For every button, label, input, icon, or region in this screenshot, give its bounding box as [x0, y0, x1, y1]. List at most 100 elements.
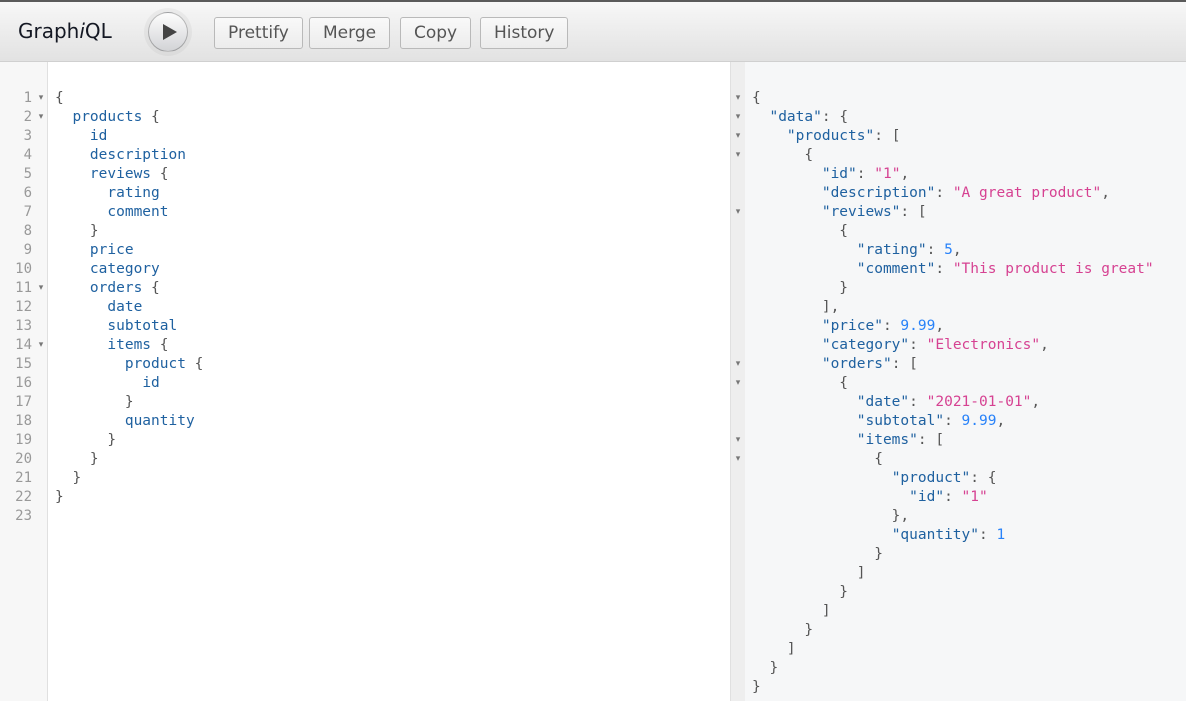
query-punctuation: {: [151, 166, 169, 182]
line-number: 20: [15, 451, 32, 467]
json-key: "id": [909, 489, 945, 505]
query-field: comment: [107, 204, 169, 220]
line-number: 19: [15, 432, 32, 448]
json-key: "price": [821, 318, 883, 334]
query-line[interactable]: }: [55, 488, 64, 507]
query-line[interactable]: }: [55, 469, 81, 488]
result-line: "id": "1",: [752, 165, 909, 184]
query-line[interactable]: comment: [55, 203, 169, 222]
json-punctuation: [752, 527, 892, 543]
result-line: {: [752, 374, 848, 393]
query-punctuation: }: [89, 223, 99, 239]
query-punctuation: }: [124, 394, 134, 410]
query-line[interactable]: category: [55, 260, 160, 279]
query-line[interactable]: date: [55, 298, 142, 317]
result-line: }: [752, 545, 883, 564]
json-key: "category": [821, 337, 910, 353]
query-line[interactable]: id: [55, 374, 159, 393]
query-line[interactable]: price: [55, 241, 134, 260]
fold-toggle-icon[interactable]: ▾: [36, 108, 46, 127]
json-key: "orders": [821, 356, 892, 372]
json-number: 9.99: [961, 413, 997, 429]
result-line: "id": "1": [752, 488, 988, 507]
query-line[interactable]: rating: [55, 184, 160, 203]
query-line[interactable]: }: [55, 393, 134, 412]
result-line: "subtotal": 9.99,: [752, 412, 1005, 431]
json-punctuation: [752, 394, 857, 410]
query-field: id: [89, 128, 108, 144]
fold-toggle-icon[interactable]: ▾: [733, 146, 743, 165]
history-button[interactable]: History: [480, 17, 569, 49]
fold-toggle-icon[interactable]: ▾: [733, 450, 743, 469]
result-line: "comment": "This product is great": [752, 260, 1154, 279]
json-punctuation: : [: [874, 128, 901, 144]
query-line[interactable]: id: [55, 127, 107, 146]
json-punctuation: },: [752, 508, 910, 524]
fold-toggle-icon[interactable]: ▾: [733, 374, 743, 393]
line-number: 13: [15, 318, 32, 334]
query-line[interactable]: {: [55, 89, 64, 108]
query-line[interactable]: }: [55, 450, 99, 469]
query-punctuation: {: [185, 356, 204, 372]
fold-toggle-icon[interactable]: ▾: [733, 203, 743, 222]
line-number: 12: [15, 299, 32, 315]
query-line[interactable]: product {: [55, 355, 204, 374]
fold-toggle-icon[interactable]: ▾: [733, 127, 743, 146]
json-punctuation: [752, 109, 769, 125]
query-punctuation: }: [107, 432, 117, 448]
line-number: 7: [23, 204, 32, 220]
fold-toggle-icon[interactable]: ▾: [733, 431, 743, 450]
query-line[interactable]: products {: [55, 108, 159, 127]
query-line[interactable]: subtotal: [55, 317, 177, 336]
fold-toggle-icon[interactable]: ▾: [733, 355, 743, 374]
result-line: ]: [752, 602, 831, 621]
line-number: 8: [23, 223, 32, 239]
execute-query-button[interactable]: [148, 12, 188, 52]
fold-toggle-icon[interactable]: ▾: [36, 89, 46, 108]
query-line[interactable]: }: [55, 222, 99, 241]
json-punctuation: [752, 337, 822, 353]
json-punctuation: :: [935, 261, 953, 277]
fold-toggle-icon[interactable]: ▾: [36, 279, 46, 298]
json-key: "items": [856, 432, 918, 448]
line-number: 1: [23, 90, 32, 106]
json-punctuation: :: [979, 527, 997, 543]
line-number: 22: [15, 489, 32, 505]
copy-button[interactable]: Copy: [400, 17, 472, 49]
json-punctuation: : [: [917, 432, 945, 448]
query-line[interactable]: quantity: [55, 412, 195, 431]
line-number: 11: [15, 280, 32, 296]
fold-toggle-icon[interactable]: ▾: [36, 336, 46, 355]
json-punctuation: ]: [752, 565, 866, 581]
query-line[interactable]: reviews {: [55, 165, 169, 184]
query-line[interactable]: items {: [55, 336, 168, 355]
line-number: 3: [23, 128, 32, 144]
result-line: {: [752, 146, 813, 165]
merge-button[interactable]: Merge: [309, 17, 391, 49]
query-field: description: [89, 147, 186, 163]
result-line: "price": 9.99,: [752, 317, 944, 336]
query-punctuation: }: [55, 489, 64, 505]
json-key: "quantity": [891, 527, 979, 543]
result-line: "category": "Electronics",: [752, 336, 1049, 355]
json-string: "A great product": [952, 185, 1102, 201]
query-line[interactable]: description: [55, 146, 186, 165]
json-punctuation: }: [752, 622, 814, 638]
result-line: }: [752, 659, 778, 678]
json-string: "1": [961, 489, 988, 505]
fold-toggle-icon[interactable]: ▾: [733, 89, 743, 108]
json-key: "description": [821, 185, 936, 201]
query-field: rating: [107, 185, 160, 201]
prettify-button[interactable]: Prettify: [214, 17, 303, 49]
graphiql-app: GraphiQL Prettify Merge Copy History 1 ▾{…: [0, 0, 1186, 701]
query-line[interactable]: }: [55, 431, 116, 450]
query-field: product: [124, 356, 186, 372]
query-line[interactable]: orders {: [55, 279, 160, 298]
result-line: "product": {: [752, 469, 997, 488]
fold-toggle-icon[interactable]: ▾: [733, 108, 743, 127]
result-line: {: [752, 89, 761, 108]
